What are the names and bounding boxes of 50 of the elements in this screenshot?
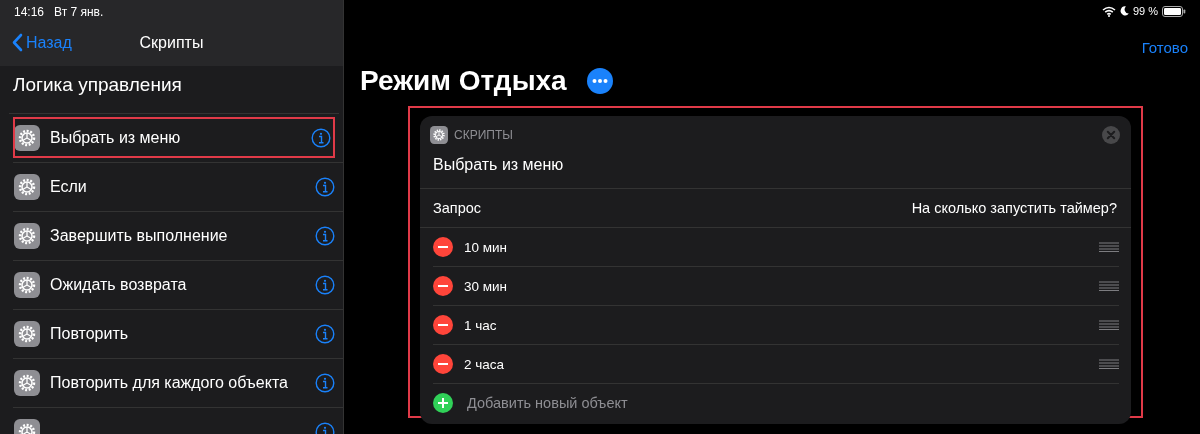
action-list-item[interactable]: Повторить для каждого объекта: [13, 358, 343, 407]
action-title: Выбрать из меню: [420, 144, 1131, 189]
menu-option[interactable]: 30 мин: [464, 278, 1088, 294]
remove-icon[interactable]: [433, 354, 453, 374]
menu-option[interactable]: 2 часа: [464, 356, 1088, 372]
gear-icon: [14, 125, 40, 151]
gear-icon: [430, 126, 448, 144]
wifi-icon: [1101, 5, 1116, 17]
drag-handle-icon[interactable]: [1099, 242, 1119, 252]
info-icon[interactable]: [311, 128, 331, 148]
prompt-value[interactable]: На сколько запустить таймер?: [911, 200, 1117, 216]
status-time: 14:16: [14, 4, 45, 19]
info-icon[interactable]: [315, 226, 335, 246]
gear-icon: [14, 174, 40, 200]
shortcut-title: Режим Отдыха: [360, 64, 567, 97]
more-icon[interactable]: [586, 67, 613, 94]
info-icon[interactable]: [315, 275, 335, 295]
done-button[interactable]: Готово: [1141, 33, 1188, 61]
action-list-item[interactable]: Повторить: [13, 309, 343, 358]
gear-icon: [14, 321, 40, 347]
info-icon[interactable]: [315, 177, 335, 197]
info-icon[interactable]: [315, 324, 335, 344]
remove-icon[interactable]: [433, 237, 453, 257]
drag-handle-icon[interactable]: [1099, 359, 1119, 369]
gear-icon: [14, 272, 40, 298]
section-title: Логика управления: [12, 73, 183, 97]
chevron-icon: [12, 33, 23, 52]
remove-icon[interactable]: [433, 276, 453, 296]
back-button[interactable]: Назад: [10, 31, 74, 54]
drag-handle-icon[interactable]: [1099, 281, 1119, 291]
app-label: СКРИПТЫ: [454, 128, 513, 142]
drag-handle-icon[interactable]: [1099, 320, 1119, 330]
menu-option[interactable]: 10 мин: [464, 239, 1088, 255]
moon-icon: [1119, 6, 1129, 16]
status-date: Вт 7 янв.: [54, 4, 104, 19]
battery-icon: [1162, 5, 1186, 17]
action-list-item[interactable]: Выбрать из меню: [9, 113, 339, 162]
action-list-item[interactable]: Если: [13, 162, 343, 211]
nav-title: Скрипты: [139, 34, 204, 52]
add-item-button[interactable]: Добавить новый объект: [467, 395, 628, 411]
menu-option[interactable]: 1 час: [464, 317, 1088, 333]
action-list-item[interactable]: Завершить выполнение: [13, 211, 343, 260]
add-icon[interactable]: [433, 393, 453, 413]
action-list-item[interactable]: Ожидать возврата: [13, 260, 343, 309]
gear-icon: [14, 223, 40, 249]
info-icon[interactable]: [315, 373, 335, 393]
remove-icon[interactable]: [433, 315, 453, 335]
prompt-label: Запрос: [433, 200, 482, 216]
gear-icon: [14, 370, 40, 396]
battery-percent: 99 %: [1132, 5, 1158, 17]
